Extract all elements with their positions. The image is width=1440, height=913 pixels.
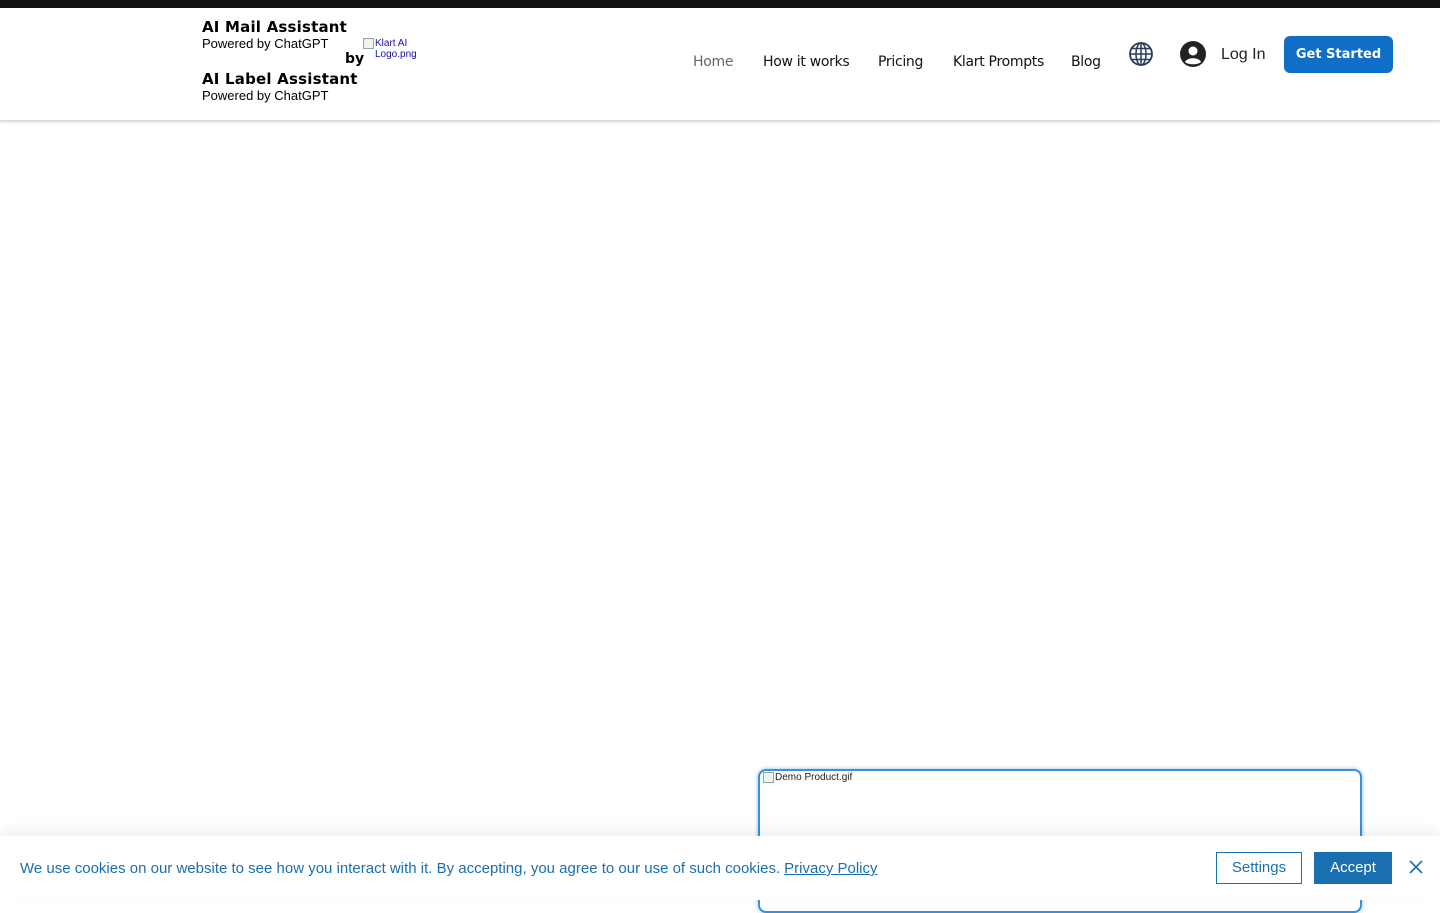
cookie-accept-button[interactable]: Accept <box>1314 852 1392 884</box>
cookie-message-text: We use cookies on our website to see how… <box>20 860 781 877</box>
brand-mail-assistant[interactable]: AI Mail Assistant Powered by ChatGPT <box>202 18 347 52</box>
globe-icon[interactable] <box>1129 42 1153 66</box>
privacy-policy-link[interactable]: Privacy Policy <box>784 860 877 877</box>
klart-logo-image[interactable]: Klart AI Logo.png <box>363 38 433 64</box>
logo-alt-text-1: Klart AI <box>375 38 408 49</box>
demo-alt-text: Demo Product.gif <box>775 772 853 783</box>
broken-image-icon <box>363 38 374 49</box>
top-accent-bar <box>0 0 1440 8</box>
nav-item-pricing[interactable]: Pricing <box>878 54 923 70</box>
nav-item-blog[interactable]: Blog <box>1071 54 1101 70</box>
cookie-banner: We use cookies on our website to see how… <box>0 836 1440 900</box>
nav-item-home[interactable]: Home <box>693 54 733 70</box>
logo-alt-text-2: Logo.png <box>375 49 417 60</box>
site-header: AI Mail Assistant Powered by ChatGPT AI … <box>0 8 1440 121</box>
brand-mail-subtitle: Powered by ChatGPT <box>202 36 329 51</box>
get-started-button[interactable]: Get Started <box>1284 36 1393 73</box>
cookie-message: We use cookies on our website to see how… <box>20 860 878 877</box>
user-avatar-icon[interactable] <box>1180 41 1206 67</box>
brand-label-subtitle: Powered by ChatGPT <box>202 88 329 103</box>
brand-mail-title: AI Mail Assistant <box>202 18 348 36</box>
nav-item-how-it-works[interactable]: How it works <box>763 54 850 70</box>
demo-image-alt: Demo Product.gif <box>763 772 852 783</box>
brand-label-assistant[interactable]: AI Label Assistant Powered by ChatGPT <box>202 70 358 104</box>
cookie-settings-button[interactable]: Settings <box>1216 852 1302 884</box>
by-label: by <box>345 51 365 67</box>
broken-image-icon <box>763 772 774 783</box>
login-link[interactable]: Log In <box>1221 46 1265 64</box>
close-icon[interactable] <box>1408 859 1424 875</box>
brand-label-title: AI Label Assistant <box>202 70 358 88</box>
nav-item-klart-prompts[interactable]: Klart Prompts <box>953 54 1044 70</box>
